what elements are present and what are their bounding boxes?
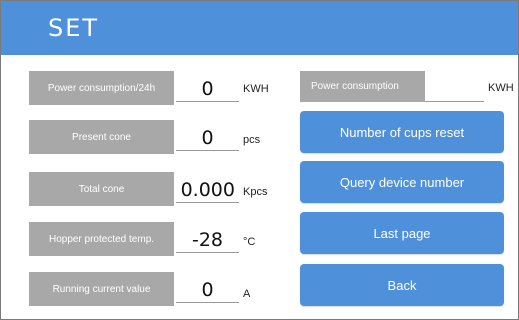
- power-consumption-value: [425, 101, 484, 102]
- hopper-temp-value: -28: [176, 219, 239, 253]
- power-consumption-unit: KWH: [488, 82, 514, 94]
- power-consumption-label: Power consumption: [300, 71, 425, 102]
- total-cone-value: 0.000: [176, 169, 239, 203]
- back-button[interactable]: Back: [300, 264, 504, 306]
- total-cone-label: Total cone: [29, 172, 174, 206]
- last-page-button[interactable]: Last page: [300, 212, 504, 254]
- present-cone-label: Present cone: [29, 120, 174, 154]
- power-24h-label: Power consumption/24h: [29, 71, 174, 105]
- power-24h-unit: KWH: [243, 83, 269, 95]
- running-current-unit: A: [243, 288, 251, 300]
- reset-cups-button[interactable]: Number of cups reset: [300, 111, 504, 153]
- running-current-label: Running current value: [29, 272, 174, 306]
- hopper-temp-unit: °C: [243, 236, 256, 248]
- hopper-temp-label: Hopper protected temp.: [29, 222, 174, 256]
- total-cone-unit: Kpcs: [243, 186, 268, 198]
- header-bar: SET: [1, 1, 518, 55]
- page-title: SET: [48, 14, 100, 42]
- running-current-value: 0: [176, 269, 239, 303]
- query-device-button[interactable]: Query device number: [300, 161, 504, 203]
- present-cone-unit: pcs: [243, 134, 261, 146]
- power-24h-value: 0: [176, 68, 239, 102]
- present-cone-value: 0: [176, 117, 239, 151]
